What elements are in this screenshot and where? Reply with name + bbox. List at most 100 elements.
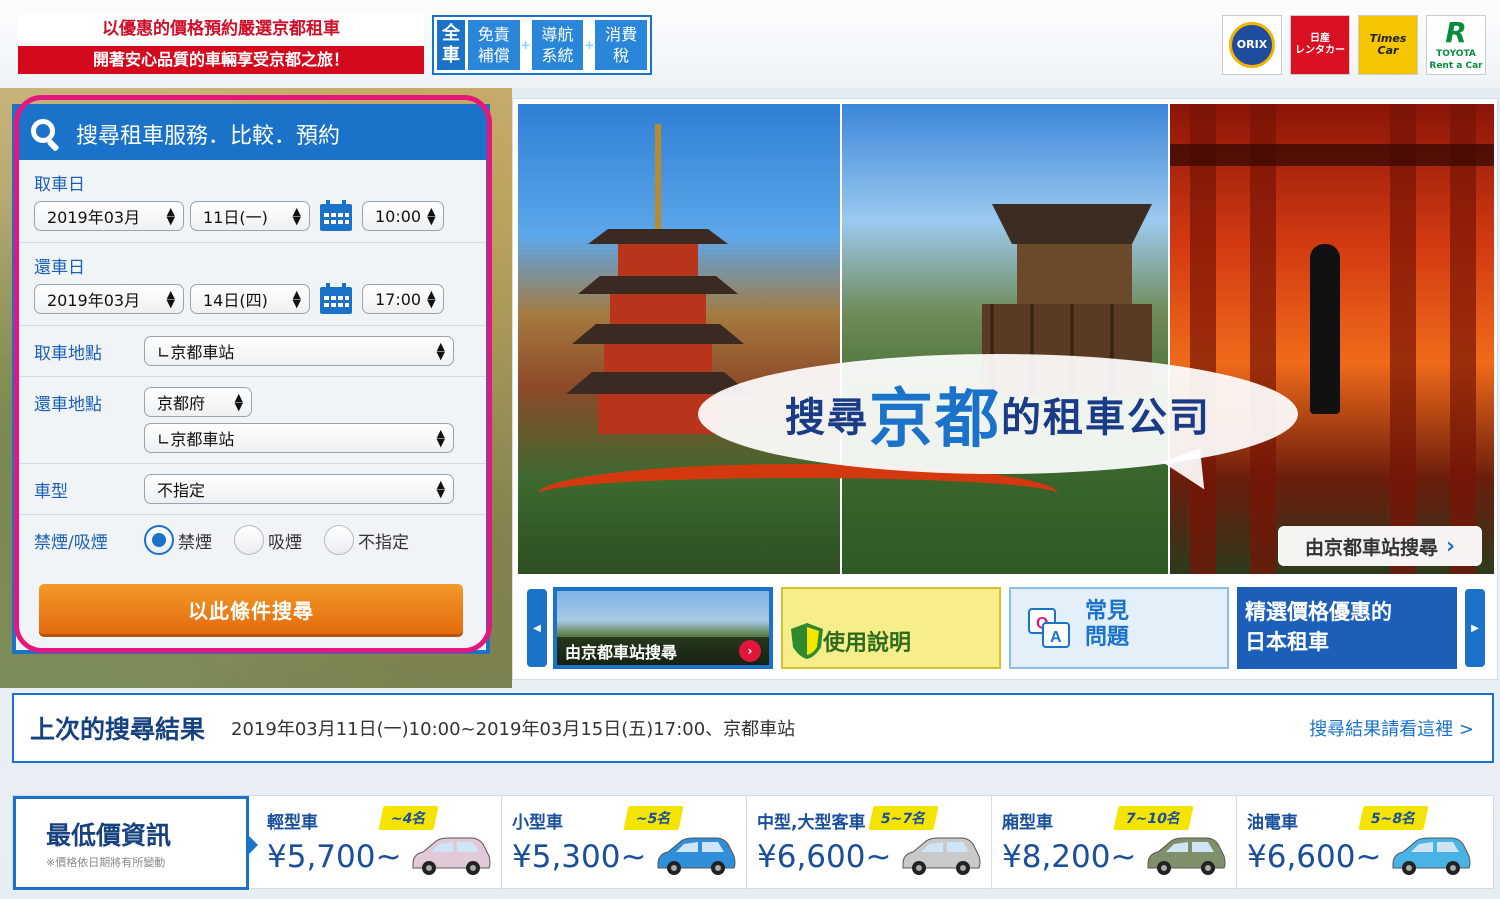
pickup-day-select[interactable]: 11日(一) ▲ ▼	[190, 201, 310, 231]
car-icon	[1392, 837, 1471, 875]
return-date-label: 還車日	[34, 258, 85, 278]
thumb-how-to-use[interactable]: 使用說明	[781, 587, 1001, 669]
return-date-row: 還車日 2019年03月 ▲ ▼ 14日(四) ▲ ▼ 17:00 ▲ ▼	[16, 243, 486, 326]
price-item-van[interactable]: 廂型車 7~10名 ¥8,200~	[992, 796, 1237, 890]
search-panel-title: 搜尋租車服務．比較．預約	[76, 124, 341, 149]
return-place-row: 還車地點 京都府 ▲ ▼ ∟京都車站 ▲ ▼	[16, 377, 486, 464]
return-place-label: 還車地點	[34, 395, 102, 415]
times-logo[interactable]: Times Car	[1358, 15, 1418, 75]
return-day-select[interactable]: 14日(四) ▲ ▼	[190, 284, 310, 314]
car-type-label: 車型	[34, 481, 68, 502]
toyota-logo[interactable]: R TOYOTA Rent a Car	[1426, 15, 1486, 75]
select-arrows-icon: ▲ ▼	[234, 391, 243, 413]
select-arrows-icon: ▲ ▼	[436, 427, 445, 449]
radio-icon	[324, 525, 354, 555]
hero-banner: 搜尋 京都 的租車公司 由京都車站搜尋 › ◀ 由京都車站搜尋 › 使用說明 Q…	[512, 98, 1498, 680]
fushimi-inari-photo	[1170, 104, 1494, 574]
all-cars-label: 全 車	[437, 20, 465, 70]
search-panel: 搜尋租車服務．比較．預約 取車日 2019年03月 ▲ ▼ 11日(一) ▲ ▼ 10:…	[12, 104, 490, 654]
promo-bottom-text: 開著安心品質的車輛享受京都之旅！	[18, 46, 424, 74]
select-arrows-icon: ▲ ▼	[427, 205, 436, 227]
hero-image[interactable]: 搜尋 京都 的租車公司 由京都車站搜尋 ›	[518, 104, 1494, 574]
car-icon	[1147, 837, 1226, 875]
capacity-badge: 5~7名	[868, 806, 939, 830]
site-header: 以優惠的價格預約嚴選京都租車 開著安心品質的車輛享受京都之旅！ 全 車 免責 補…	[0, 0, 1500, 88]
chevron-right-icon: ›	[739, 640, 761, 662]
calendar-icon[interactable]	[319, 200, 353, 232]
select-arrows-icon: ▲ ▼	[427, 288, 436, 310]
search-submit-button[interactable]: 以此條件搜尋	[39, 584, 463, 634]
car-icon	[412, 837, 491, 875]
return-month-select[interactable]: 2019年03月 ▲ ▼	[34, 284, 184, 314]
search-from-kyoto-station-link[interactable]: 由京都車站搜尋 ›	[1278, 526, 1482, 566]
radio-no-smoking[interactable]: 禁煙	[144, 525, 212, 555]
carousel-next-button[interactable]: ▶	[1465, 589, 1485, 667]
last-search-title: 上次的搜尋結果	[30, 715, 206, 744]
plus-icon: +	[520, 38, 531, 52]
return-prefecture-select[interactable]: 京都府 ▲ ▼	[144, 387, 252, 417]
svg-text:A: A	[1050, 629, 1062, 646]
price-item-compact[interactable]: 小型車 ~5名 ¥5,300~	[502, 796, 747, 890]
lowest-price-bar: 最低價資訊 ※價格依日期將有所變動 輕型車 ~4名 ¥5,700~ 小型車 ~5…	[12, 795, 1494, 890]
calendar-icon[interactable]	[319, 283, 353, 315]
thumb-kyoto-station[interactable]: 由京都車站搜尋 ›	[553, 587, 773, 669]
included-features-badge: 全 車 免責 補償 + 導航 系統 + 消費 稅	[432, 15, 652, 75]
orix-logo[interactable]: ORIX	[1222, 15, 1282, 75]
radio-icon	[234, 525, 264, 555]
select-arrows-icon: ▲ ▼	[436, 478, 445, 500]
rental-company-logos: ORIX 日産 レンタカー Times Car R TOYOTA Rent a …	[1222, 15, 1486, 75]
toyota-mark-icon: R	[1445, 16, 1467, 49]
pickup-place-row: 取車地點 ∟京都車站 ▲ ▼	[16, 326, 486, 377]
search-panel-header: 搜尋租車服務．比較．預約	[16, 108, 486, 160]
thumb-faq[interactable]: Q A 常見 問題	[1009, 587, 1229, 669]
price-item-hybrid[interactable]: 油電車 5~8名 ¥6,600~	[1237, 796, 1482, 890]
pickup-date-row: 取車日 2019年03月 ▲ ▼ 11日(一) ▲ ▼ 10:00 ▲ ▼	[16, 160, 486, 243]
car-icon	[902, 837, 981, 875]
search-icon	[31, 119, 59, 151]
pickup-place-label: 取車地點	[34, 343, 102, 364]
pickup-month-select[interactable]: 2019年03月 ▲ ▼	[34, 201, 184, 231]
select-arrows-icon: ▲ ▼	[166, 288, 175, 310]
qa-icon: Q A	[1028, 608, 1070, 648]
car-type-select[interactable]: 不指定 ▲ ▼	[144, 474, 454, 504]
nissan-logo[interactable]: 日産 レンタカー	[1290, 15, 1350, 75]
feature-insurance: 免責 補償	[468, 20, 520, 70]
thumb-great-deals[interactable]: 精選價格優惠的 日本租車	[1237, 587, 1457, 669]
capacity-badge: 7~10名	[1113, 806, 1194, 830]
view-results-link[interactable]: 搜尋結果請看這裡 >	[1309, 715, 1474, 741]
lowest-price-header: 最低價資訊 ※價格依日期將有所變動	[13, 796, 258, 890]
lowest-price-note: ※價格依日期將有所變動	[46, 856, 166, 869]
pickup-time-select[interactable]: 10:00 ▲ ▼	[362, 201, 444, 231]
return-time-select[interactable]: 17:00 ▲ ▼	[362, 284, 444, 314]
plus-icon: +	[584, 38, 595, 52]
select-arrows-icon: ▲ ▼	[436, 340, 445, 362]
promo-top-text: 以優惠的價格預約嚴選京都租車	[18, 14, 424, 44]
price-item-midsize[interactable]: 中型,大型客車 5~7名 ¥6,600~	[747, 796, 992, 890]
select-arrows-icon: ▲ ▼	[166, 205, 175, 227]
last-search-results: 上次的搜尋結果 2019年03月11日(一)10:00~2019年03月15日(…	[12, 693, 1494, 763]
capacity-badge: 5~8名	[1358, 806, 1429, 830]
feature-navigation: 導航 系統	[531, 20, 584, 70]
radio-selected-icon	[144, 525, 174, 555]
shield-icon	[791, 623, 823, 659]
person-silhouette	[1310, 244, 1340, 414]
pickup-place-select[interactable]: ∟京都車站 ▲ ▼	[144, 336, 454, 366]
capacity-badge: ~4名	[378, 806, 440, 830]
select-arrows-icon: ▲ ▼	[292, 288, 301, 310]
radio-smoking[interactable]: 吸煙	[234, 525, 302, 555]
price-item-kei[interactable]: 輕型車 ~4名 ¥5,700~	[257, 796, 502, 890]
select-arrows-icon: ▲ ▼	[292, 205, 301, 227]
chevron-right-icon: ›	[1445, 533, 1456, 559]
hero-thumbnails: ◀ 由京都車站搜尋 › 使用說明 Q A 常見 問題 精選價格優惠的 日本租車 …	[523, 587, 1489, 669]
price-items: 輕型車 ~4名 ¥5,700~ 小型車 ~5名 ¥5,300~ 中型,大型客車 …	[249, 796, 1493, 890]
return-place-select[interactable]: ∟京都車站 ▲ ▼	[144, 423, 454, 453]
feature-tax: 消費 稅	[595, 20, 647, 70]
lowest-price-title: 最低價資訊	[46, 821, 172, 850]
radio-no-preference[interactable]: 不指定	[324, 525, 409, 555]
carousel-prev-button[interactable]: ◀	[527, 589, 547, 667]
last-search-summary: 2019年03月11日(一)10:00~2019年03月15日(五)17:00、…	[231, 719, 796, 740]
capacity-badge: ~5名	[623, 806, 685, 830]
car-icon	[657, 837, 736, 875]
hero-speech-bubble: 搜尋 京都 的租車公司	[698, 354, 1298, 474]
car-type-row: 車型 不指定 ▲ ▼	[16, 464, 486, 515]
